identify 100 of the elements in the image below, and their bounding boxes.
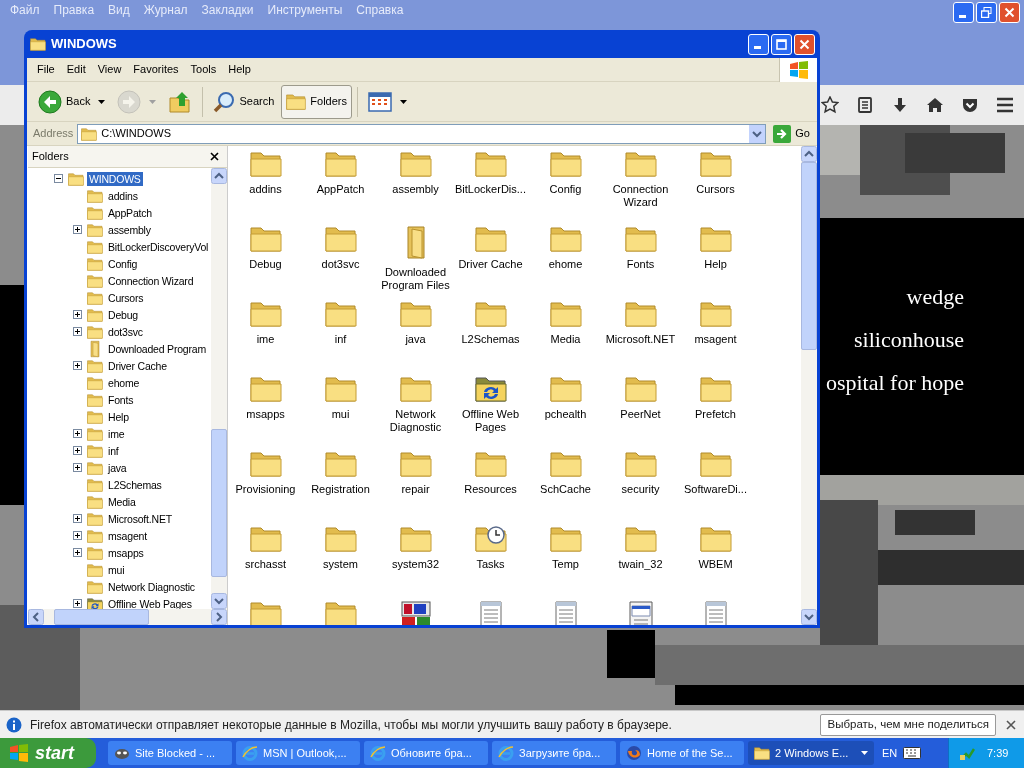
back-button[interactable]: Back xyxy=(33,84,111,119)
file-label[interactable]: Downloaded Program Files xyxy=(378,266,453,292)
menu-item[interactable]: File xyxy=(31,61,61,78)
file-label[interactable]: inf xyxy=(303,333,378,346)
horizontal-scrollbar[interactable] xyxy=(28,609,227,625)
file-label[interactable]: Connection Wizard xyxy=(603,183,678,209)
file-label[interactable]: dot3svc xyxy=(303,258,378,271)
file-label[interactable]: Resources xyxy=(453,483,528,496)
close-icon[interactable] xyxy=(210,152,219,161)
file-label[interactable]: pchealth xyxy=(528,408,603,421)
scroll-up-icon[interactable] xyxy=(801,146,817,162)
pocket-icon[interactable] xyxy=(961,96,979,114)
expand-icon[interactable] xyxy=(73,327,82,336)
maximize-button[interactable] xyxy=(771,33,792,55)
language-indicator[interactable]: EN xyxy=(882,744,898,762)
close-icon[interactable] xyxy=(1006,719,1016,730)
scroll-thumb[interactable] xyxy=(211,429,227,577)
go-button[interactable]: Go xyxy=(770,124,813,143)
file-label[interactable]: SchCache xyxy=(528,483,603,496)
expand-icon[interactable] xyxy=(73,361,82,370)
menu-item[interactable]: Tools xyxy=(184,61,223,78)
address-field[interactable]: C:\WINDOWS xyxy=(77,123,767,144)
collapse-icon[interactable] xyxy=(54,174,63,183)
file-label[interactable]: WBEM xyxy=(678,558,753,571)
scroll-thumb[interactable] xyxy=(801,162,817,350)
file-label[interactable]: Cursors xyxy=(678,183,753,196)
file-label[interactable]: Microsoft.NET xyxy=(603,333,678,346)
file-label[interactable]: BitLockerDis... xyxy=(453,183,528,196)
scroll-down-icon[interactable] xyxy=(801,609,817,625)
file-label[interactable]: Network Diagnostic xyxy=(378,408,453,434)
menu-item[interactable]: Favorites xyxy=(127,61,185,78)
file-label[interactable]: msapps xyxy=(228,408,303,421)
file-label[interactable]: ehome xyxy=(528,258,603,271)
tree-item[interactable]: ime xyxy=(106,426,127,441)
tree-item[interactable]: Offline Web Pages xyxy=(106,596,194,609)
file-label[interactable]: Registration xyxy=(303,483,378,496)
tree-item[interactable]: msapps xyxy=(106,545,146,560)
search-button[interactable]: Search xyxy=(208,84,280,119)
file-label[interactable]: Provisioning xyxy=(228,483,303,496)
tree-item[interactable]: mui xyxy=(106,562,127,577)
start-button[interactable]: start xyxy=(0,738,96,768)
vertical-scrollbar[interactable] xyxy=(801,146,817,625)
file-label[interactable]: msagent xyxy=(678,333,753,346)
taskbar-button[interactable]: Загрузите бра... xyxy=(492,741,616,765)
file-label[interactable]: java xyxy=(378,333,453,346)
vertical-scrollbar[interactable] xyxy=(211,168,227,609)
file-label[interactable]: addins xyxy=(228,183,303,196)
menu-item[interactable]: View xyxy=(91,61,128,78)
file-label[interactable]: SoftwareDi... xyxy=(678,483,753,496)
tree-item[interactable]: Network Diagnostic xyxy=(106,579,197,594)
tree-item[interactable]: AppPatch xyxy=(106,205,154,220)
file-label[interactable]: security xyxy=(603,483,678,496)
restore-button[interactable] xyxy=(976,2,997,23)
minimize-button[interactable] xyxy=(748,33,769,55)
file-label[interactable]: Temp xyxy=(528,558,603,571)
expand-icon[interactable] xyxy=(73,531,82,540)
file-label[interactable]: Config xyxy=(528,183,603,196)
file-label[interactable]: Tasks xyxy=(453,558,528,571)
file-label[interactable]: Driver Cache xyxy=(453,258,528,271)
tree-item[interactable]: Debug xyxy=(106,307,140,322)
taskbar-button[interactable]: MSN | Outlook,... xyxy=(236,741,360,765)
file-label[interactable]: assembly xyxy=(378,183,453,196)
tree-item[interactable]: Downloaded Program xyxy=(106,341,208,356)
close-button[interactable] xyxy=(794,33,815,55)
file-label[interactable]: AppPatch xyxy=(303,183,378,196)
scroll-right-icon[interactable] xyxy=(211,609,227,625)
tree-item[interactable]: Help xyxy=(106,409,131,424)
tree-item[interactable]: addins xyxy=(106,188,140,203)
tree-item[interactable]: assembly xyxy=(106,222,153,237)
file-label[interactable]: Fonts xyxy=(603,258,678,271)
file-label[interactable]: srchasst xyxy=(228,558,303,571)
tree-item[interactable]: Media xyxy=(106,494,138,509)
tree-item[interactable]: java xyxy=(106,460,129,475)
file-label[interactable]: repair xyxy=(378,483,453,496)
download-icon[interactable] xyxy=(891,96,909,114)
tree-item[interactable]: BitLockerDiscoveryVol xyxy=(106,239,211,254)
file-label[interactable]: L2Schemas xyxy=(453,333,528,346)
tree-item[interactable]: Cursors xyxy=(106,290,146,305)
expand-icon[interactable] xyxy=(73,429,82,438)
file-label[interactable]: mui xyxy=(303,408,378,421)
scroll-up-icon[interactable] xyxy=(211,168,227,184)
file-label[interactable]: PeerNet xyxy=(603,408,678,421)
tree-item[interactable]: Connection Wizard xyxy=(106,273,196,288)
tree-item[interactable]: dot3svc xyxy=(106,324,145,339)
file-label[interactable]: system xyxy=(303,558,378,571)
file-label[interactable]: Debug xyxy=(228,258,303,271)
tree-item[interactable]: L2Schemas xyxy=(106,477,164,492)
star-icon[interactable] xyxy=(821,96,839,114)
expand-icon[interactable] xyxy=(73,225,82,234)
taskbar-button[interactable]: Обновите бра... xyxy=(364,741,488,765)
tree-item[interactable]: Config xyxy=(106,256,140,271)
expand-icon[interactable] xyxy=(73,599,82,608)
dropdown-icon[interactable] xyxy=(749,124,766,143)
reading-list-icon[interactable] xyxy=(856,96,874,114)
expand-icon[interactable] xyxy=(73,446,82,455)
expand-icon[interactable] xyxy=(73,463,82,472)
file-label[interactable]: ime xyxy=(228,333,303,346)
tree-item[interactable]: WINDOWS xyxy=(87,171,143,186)
tree-item[interactable]: inf xyxy=(106,443,121,458)
tree-item[interactable]: ehome xyxy=(106,375,142,390)
